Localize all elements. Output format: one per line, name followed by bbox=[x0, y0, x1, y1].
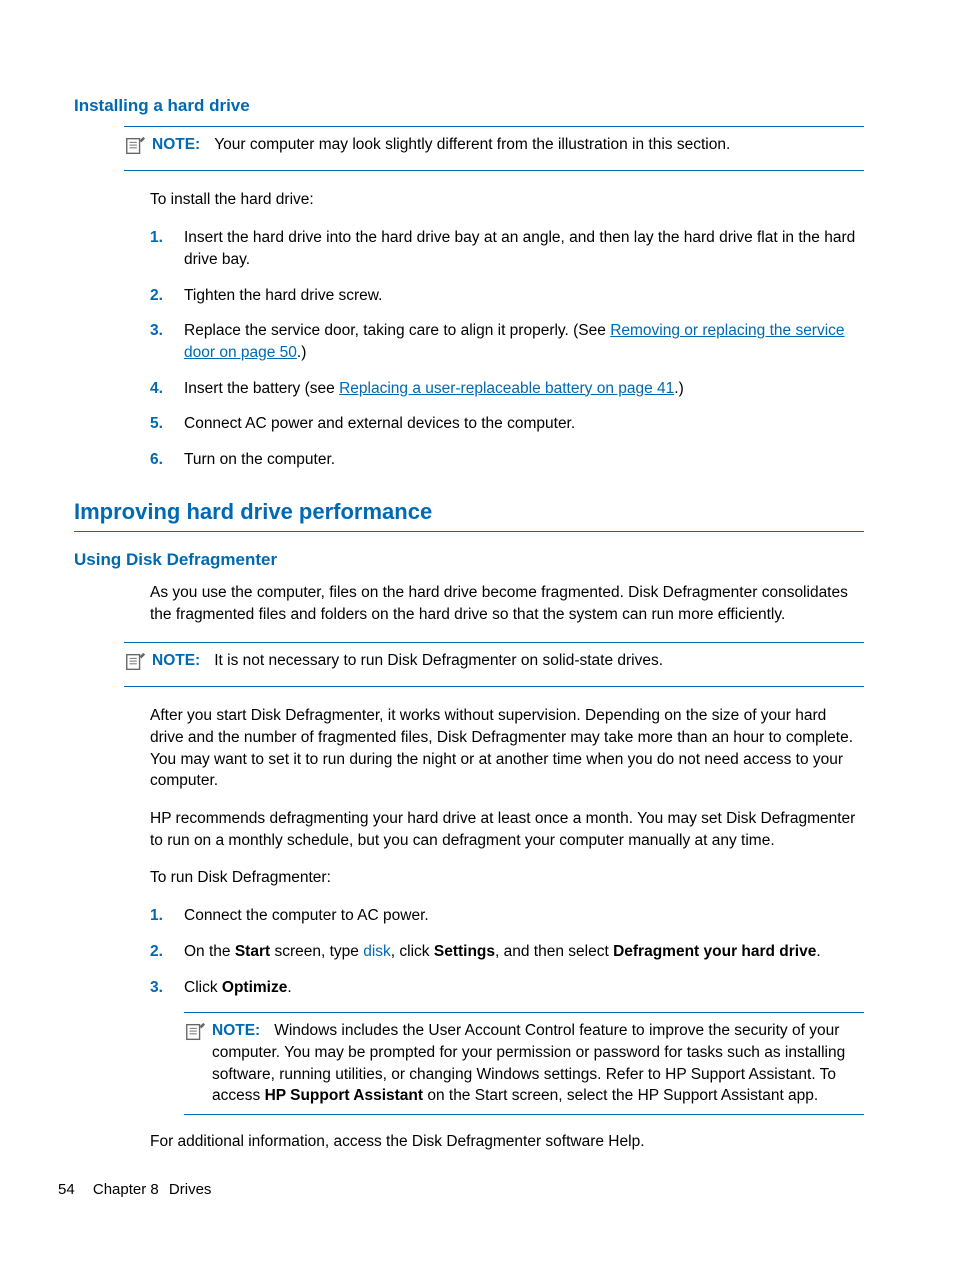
txt-frag: Click bbox=[184, 979, 222, 996]
note-box: NOTE: It is not necessary to run Disk De… bbox=[124, 642, 864, 688]
typed-text: disk bbox=[363, 943, 391, 960]
note-label: NOTE: bbox=[152, 134, 200, 156]
list-item: 3. Replace the service door, taking care… bbox=[150, 320, 864, 363]
step-pre: Replace the service door, taking care to… bbox=[184, 322, 610, 339]
step-text: Connect AC power and external devices to… bbox=[184, 413, 864, 435]
step-number: 3. bbox=[150, 320, 184, 363]
txt-frag: . bbox=[287, 979, 291, 996]
step-text: Turn on the computer. bbox=[184, 449, 864, 471]
step-text: Click Optimize. bbox=[184, 977, 864, 999]
note-icon bbox=[124, 135, 150, 164]
note-text: It is not necessary to run Disk Defragme… bbox=[214, 650, 864, 672]
txt-frag: On the bbox=[184, 943, 235, 960]
step-pre: Insert the battery (see bbox=[184, 380, 339, 397]
step-text: Replace the service door, taking care to… bbox=[184, 320, 864, 363]
paragraph: HP recommends defragmenting your hard dr… bbox=[150, 808, 864, 851]
link-replace-battery[interactable]: Replacing a user-replaceable battery on … bbox=[339, 380, 674, 397]
step-number: 3. bbox=[150, 977, 184, 999]
txt-frag: , and then select bbox=[495, 943, 613, 960]
step-text: On the Start screen, type disk, click Se… bbox=[184, 941, 864, 963]
note-label: NOTE: bbox=[152, 650, 200, 672]
bold-start: Start bbox=[235, 943, 270, 960]
step-number: 4. bbox=[150, 378, 184, 400]
paragraph: For additional information, access the D… bbox=[150, 1131, 864, 1153]
txt-frag: . bbox=[816, 943, 820, 960]
bold-settings: Settings bbox=[434, 943, 495, 960]
intro-text: To install the hard drive: bbox=[150, 189, 864, 211]
step-number: 2. bbox=[150, 941, 184, 963]
step-text: Connect the computer to AC power. bbox=[184, 905, 864, 927]
list-item: 1. Insert the hard drive into the hard d… bbox=[150, 227, 864, 270]
note-frag: on the Start screen, select the HP Suppo… bbox=[423, 1087, 818, 1104]
list-item: 2. Tighten the hard drive screw. bbox=[150, 285, 864, 307]
step-post: .) bbox=[674, 380, 683, 397]
note-text: Your computer may look slightly differen… bbox=[214, 134, 864, 156]
step-number: 1. bbox=[150, 905, 184, 927]
list-item: 5. Connect AC power and external devices… bbox=[150, 413, 864, 435]
step-text: Insert the hard drive into the hard driv… bbox=[184, 227, 864, 270]
note-label: NOTE: bbox=[212, 1020, 260, 1042]
note-box-nested: NOTE: Windows includes the User Account … bbox=[184, 1012, 864, 1115]
heading-installing-hard-drive: Installing a hard drive bbox=[74, 94, 864, 118]
bold-optimize: Optimize bbox=[222, 979, 287, 996]
step-number: 5. bbox=[150, 413, 184, 435]
step-text: Insert the battery (see Replacing a user… bbox=[184, 378, 864, 400]
note-icon bbox=[184, 1021, 210, 1050]
bold-hp-support: HP Support Assistant bbox=[265, 1087, 423, 1104]
defrag-steps-list: 1. Connect the computer to AC power. 2. … bbox=[150, 905, 864, 998]
paragraph: To run Disk Defragmenter: bbox=[150, 867, 864, 889]
paragraph: As you use the computer, files on the ha… bbox=[150, 582, 864, 625]
step-post: .) bbox=[297, 344, 306, 361]
list-item: 4. Insert the battery (see Replacing a u… bbox=[150, 378, 864, 400]
note-box: NOTE: Your computer may look slightly di… bbox=[124, 126, 864, 172]
txt-frag: screen, type bbox=[270, 943, 363, 960]
install-steps-list: 1. Insert the hard drive into the hard d… bbox=[150, 227, 864, 471]
txt-frag: , click bbox=[391, 943, 434, 960]
step-number: 2. bbox=[150, 285, 184, 307]
paragraph: After you start Disk Defragmenter, it wo… bbox=[150, 705, 864, 792]
page-footer: 54 Chapter 8 Drives bbox=[58, 1179, 211, 1200]
chapter-title: Drives bbox=[169, 1181, 212, 1198]
chapter-label: Chapter 8 bbox=[93, 1181, 159, 1198]
step-number: 6. bbox=[150, 449, 184, 471]
list-item: 1. Connect the computer to AC power. bbox=[150, 905, 864, 927]
note-icon bbox=[124, 651, 150, 680]
step-text: Tighten the hard drive screw. bbox=[184, 285, 864, 307]
bold-defragment: Defragment your hard drive bbox=[613, 943, 816, 960]
list-item: 2. On the Start screen, type disk, click… bbox=[150, 941, 864, 963]
step-number: 1. bbox=[150, 227, 184, 270]
list-item: 6. Turn on the computer. bbox=[150, 449, 864, 471]
note-text: NOTE: Windows includes the User Account … bbox=[212, 1020, 864, 1107]
heading-improving-performance: Improving hard drive performance bbox=[74, 497, 864, 533]
heading-using-defragmenter: Using Disk Defragmenter bbox=[74, 548, 864, 572]
list-item: 3. Click Optimize. bbox=[150, 977, 864, 999]
page-number: 54 bbox=[58, 1181, 75, 1198]
